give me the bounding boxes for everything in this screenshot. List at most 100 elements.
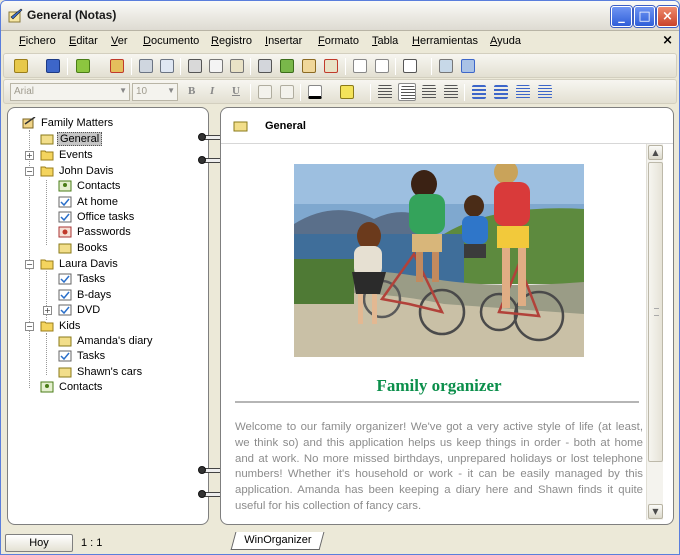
align-left-icon: [378, 85, 392, 99]
collapse-icon[interactable]: −: [25, 322, 34, 331]
format-toolbar: Arial ▼ 10 ▼ B I U: [3, 79, 677, 104]
paste-button[interactable]: [228, 57, 246, 75]
vertical-scrollbar[interactable]: ▲ ▼: [646, 144, 663, 520]
document-heading: Family organizer: [376, 376, 502, 395]
menu-formato[interactable]: Formato: [318, 35, 359, 47]
underline-button[interactable]: U: [232, 85, 240, 97]
toolbar-separator: [67, 58, 68, 75]
italic-button[interactable]: I: [210, 85, 214, 97]
note-icon: [58, 243, 72, 254]
delete-button[interactable]: [322, 57, 340, 75]
menu-documento[interactable]: Documento: [143, 35, 199, 47]
print-preview-button[interactable]: [158, 57, 176, 75]
print-button[interactable]: [137, 57, 155, 75]
app-window: General (Notas) _ □ × Fichero Editar Ver…: [0, 0, 680, 555]
copy-button[interactable]: [207, 57, 225, 75]
subscript-button[interactable]: [278, 83, 296, 101]
close-button[interactable]: ×: [657, 6, 678, 27]
document-close-button[interactable]: ×: [662, 33, 673, 48]
toolbar-separator: [131, 58, 132, 75]
insert-link-button[interactable]: [459, 57, 477, 75]
autocheck-icon: [375, 59, 389, 73]
expand-icon[interactable]: +: [25, 151, 34, 160]
passwords-icon: [58, 226, 72, 238]
status-bar: Hoy 1 : 1: [1, 532, 221, 554]
app-icon: [8, 8, 23, 23]
font-color-icon: [308, 85, 322, 99]
tree-node-label: Books: [77, 242, 108, 254]
numbering-button[interactable]: [492, 83, 510, 101]
justify-icon: [444, 85, 458, 99]
autocheck-button[interactable]: [373, 57, 391, 75]
tree-node-label: DVD: [77, 304, 101, 316]
menu-bar: Fichero Editar Ver Documento Registro In…: [1, 32, 679, 52]
cursor-position: 1 : 1: [81, 537, 103, 549]
align-right-button[interactable]: [420, 83, 438, 101]
scrollbar-thumb[interactable]: [648, 162, 663, 462]
new-button[interactable]: [12, 57, 30, 75]
increase-indent-button[interactable]: [536, 83, 554, 101]
tree-node-label: Contacts: [59, 381, 103, 393]
checklist-icon: [58, 211, 72, 223]
tree-node-label: At home: [77, 196, 118, 208]
image-icon: [439, 59, 453, 73]
toolbar-separator: [180, 58, 181, 75]
align-center-icon: [401, 86, 415, 100]
align-center-button[interactable]: [398, 83, 416, 101]
menu-fichero[interactable]: Fichero: [19, 35, 56, 47]
font-size-select[interactable]: 10 ▼: [132, 83, 178, 101]
bullets-button[interactable]: [470, 83, 488, 101]
menu-tabla[interactable]: Tabla: [372, 35, 398, 47]
collapse-icon[interactable]: −: [25, 260, 34, 269]
today-button[interactable]: Hoy: [5, 534, 73, 552]
subscript-icon: [280, 85, 294, 99]
chevron-down-icon: ▼: [119, 86, 127, 95]
align-left-button[interactable]: [376, 83, 394, 101]
save-button[interactable]: [44, 57, 62, 75]
contacts-icon: [58, 180, 72, 192]
notebook-tab[interactable]: WinOrganizer: [230, 532, 325, 550]
outdent-icon: [516, 85, 530, 99]
bold-button[interactable]: B: [188, 85, 195, 97]
delete-icon: [324, 59, 338, 73]
scroll-down-arrow-icon[interactable]: ▼: [648, 504, 663, 519]
collapse-icon[interactable]: −: [25, 167, 34, 176]
font-color-button[interactable]: [306, 83, 324, 101]
import-button[interactable]: [278, 57, 296, 75]
folder-icon: [40, 259, 54, 270]
spellcheck-button[interactable]: [351, 57, 369, 75]
insert-image-button[interactable]: [437, 57, 455, 75]
cut-button[interactable]: [186, 57, 204, 75]
menu-ver[interactable]: Ver: [111, 35, 128, 47]
highlight-button[interactable]: [338, 83, 356, 101]
tree-node-label: Passwords: [77, 226, 131, 238]
add-node-button[interactable]: [74, 57, 92, 75]
justify-button[interactable]: [442, 83, 460, 101]
window-title: General (Notas): [27, 8, 117, 22]
minimize-button[interactable]: _: [611, 6, 632, 27]
edit-properties-button[interactable]: [300, 57, 318, 75]
superscript-button[interactable]: [256, 83, 274, 101]
checklist-icon: [58, 273, 72, 285]
maximize-button[interactable]: □: [634, 6, 655, 27]
delete-node-button[interactable]: [108, 57, 126, 75]
tree-node-label: John Davis: [59, 165, 114, 177]
decrease-indent-button[interactable]: [514, 83, 532, 101]
scroll-up-arrow-icon[interactable]: ▲: [648, 145, 663, 160]
lock-button[interactable]: [256, 57, 274, 75]
menu-registro[interactable]: Registro: [211, 35, 252, 47]
horizontal-rule: [235, 401, 639, 403]
chevron-down-icon: ▼: [167, 86, 175, 95]
font-size-value: 10: [136, 86, 148, 97]
insert-table-button[interactable]: [401, 57, 419, 75]
bullet-list-icon: [472, 85, 486, 99]
menu-insertar[interactable]: Insertar: [265, 35, 302, 47]
document-body-text[interactable]: Welcome to our family organizer! We've g…: [235, 420, 643, 515]
menu-ayuda[interactable]: Ayuda: [490, 35, 521, 47]
expand-icon[interactable]: +: [43, 306, 52, 315]
font-name-select[interactable]: Arial ▼: [10, 83, 130, 101]
menu-herramientas[interactable]: Herramientas: [412, 35, 478, 47]
menu-editar[interactable]: Editar: [69, 35, 98, 47]
folder-icon: [40, 321, 54, 332]
toolbar-separator: [250, 84, 251, 101]
